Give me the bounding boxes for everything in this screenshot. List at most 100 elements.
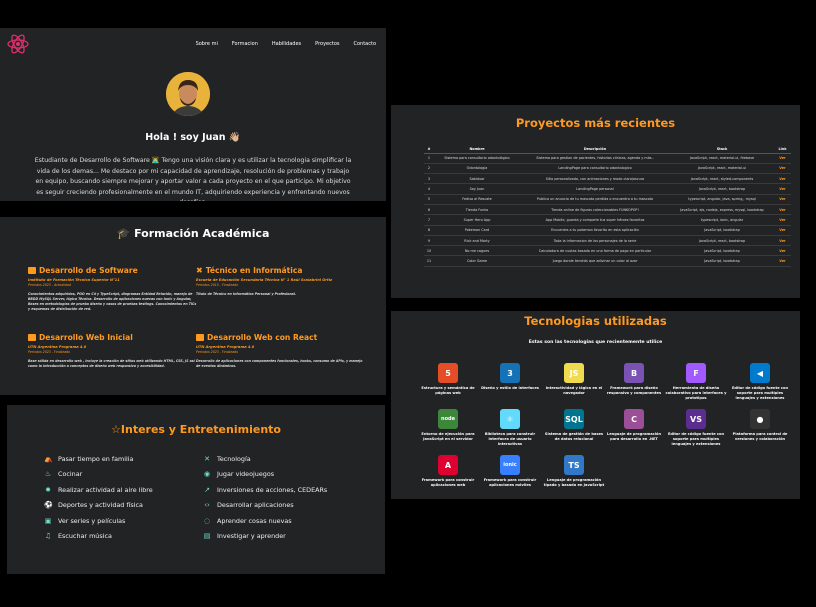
table-cell: 5 bbox=[424, 194, 434, 205]
tech-description: Plataforma para control de versiones y c… bbox=[732, 432, 788, 442]
table-header-row: # Nombre Descripción Stack Link bbox=[424, 145, 791, 154]
project-link[interactable]: Ver bbox=[774, 214, 791, 226]
interest-label: Desarrollar aplicaciones bbox=[217, 501, 294, 510]
nav-formacion[interactable]: Formacion bbox=[232, 41, 258, 47]
tech-item: B Framework para diseño responsivo y comp… bbox=[603, 363, 665, 396]
star-icon: ☆ bbox=[111, 423, 121, 436]
tech-description: Editor de código fuente con soporte para… bbox=[731, 386, 789, 401]
table-cell: Tienda online de figuras coleccionables … bbox=[520, 204, 670, 216]
tech-description: Lenguaje de programación para desarrollo… bbox=[606, 432, 662, 442]
project-link[interactable]: Ver bbox=[774, 245, 791, 257]
nav-sobre-mi[interactable]: Sobre mi bbox=[196, 41, 218, 47]
table-row: 4 Soy Juan LandingPage personal JavaScript,… bbox=[424, 183, 791, 195]
typescript-icon: TS bbox=[564, 455, 584, 475]
table-cell: Juego donde tendrás que adivinar un colo… bbox=[520, 255, 670, 267]
interest-item: ↗ Inversiones de acciones, CEDEARs bbox=[203, 482, 363, 498]
code-icon: ‹› bbox=[204, 501, 210, 510]
project-link[interactable]: Ver bbox=[774, 183, 791, 195]
edu-item: Desarrollo de Software Instituto de Form… bbox=[28, 266, 197, 311]
avatar-illustration bbox=[166, 72, 210, 116]
tech-description: Sistema de gestión de bases de datos rel… bbox=[544, 432, 604, 442]
github-icon: ● bbox=[750, 409, 770, 429]
figma-icon: F bbox=[686, 363, 706, 383]
tecnologias-section: Tecnologias utilizadas Estas son las tec… bbox=[391, 311, 800, 499]
interest-item: ◉ Jugar videojuegos bbox=[203, 467, 363, 483]
project-link[interactable]: Ver bbox=[774, 204, 791, 216]
table-cell: 3 bbox=[424, 173, 434, 185]
table-cell: typescript, angular, java, spring,, mysq… bbox=[670, 194, 774, 205]
table-cell: Soy Juan bbox=[434, 183, 520, 195]
tech-item: JS Interactividad y lógica en el navegado… bbox=[543, 363, 605, 396]
intereses-title: ☆Interes y Entretenimiento bbox=[111, 423, 281, 436]
table-cell: Sitio personalizado, con animaciones y m… bbox=[520, 173, 670, 185]
table-cell: JavaScript, react, bootstrap bbox=[670, 183, 774, 195]
nav-proyectos[interactable]: Proyectos bbox=[315, 41, 339, 47]
table-cell: Encuentra a tu pokemon favorito en esta … bbox=[520, 225, 670, 236]
table-cell: 9 bbox=[424, 235, 434, 247]
table-cell: 10 bbox=[424, 245, 434, 257]
tech-description: Framework para construir aplicaciones we… bbox=[421, 478, 475, 488]
table-row: 8 Pokemon Card Encuentra a tu pokemon favo… bbox=[424, 225, 791, 236]
nav-habilidades[interactable]: Habilidades bbox=[272, 41, 301, 47]
edu-item: ✖ Técnico en Informática Escuela de Educa… bbox=[196, 266, 333, 296]
table-cell: No me cagues bbox=[434, 245, 520, 257]
react-logo-icon[interactable] bbox=[6, 32, 30, 56]
graduation-cap-icon: 🎓 bbox=[116, 227, 131, 240]
laptop-icon bbox=[28, 267, 36, 274]
table-cell: Rick and Morty bbox=[434, 235, 520, 247]
interest-label: Deportes y actividad física bbox=[58, 501, 143, 510]
nav-contacto[interactable]: Contacto bbox=[353, 41, 376, 47]
interest-item: ⚽ Deportes y actividad física bbox=[44, 498, 204, 514]
project-link[interactable]: Ver bbox=[774, 225, 791, 236]
table-cell: Fedisa al Rescate bbox=[434, 194, 520, 205]
table-row: 2 Odontologia LandingPage para consultorio… bbox=[424, 163, 791, 175]
book-icon: ▤ bbox=[203, 532, 211, 541]
table-cell: Sistema para consultorio odontológico bbox=[434, 153, 520, 164]
project-link[interactable]: Ver bbox=[774, 153, 791, 164]
tecnologias-subtitle: Estas son las tecnologias que recienteme… bbox=[528, 340, 663, 345]
html5-icon: 5 bbox=[438, 363, 458, 383]
css3-icon: 3 bbox=[500, 363, 520, 383]
project-link[interactable]: Ver bbox=[774, 194, 791, 205]
tech-item: F Herramienta de diseño colaborativo para… bbox=[665, 363, 727, 402]
tech-item: node Entorno de ejecución para JavaScript… bbox=[417, 409, 479, 442]
music-icon: ♫ bbox=[44, 532, 52, 541]
table-cell: 11 bbox=[424, 255, 434, 267]
project-link[interactable]: Ver bbox=[774, 173, 791, 185]
tech-item: VS Editor de código fuente con soporte pa… bbox=[665, 409, 727, 448]
project-link[interactable]: Ver bbox=[774, 235, 791, 247]
angular-icon: A bbox=[438, 455, 458, 475]
sports-icon: ⚽ bbox=[44, 501, 53, 510]
tech-description: Biblioteca para construir interfaces de … bbox=[484, 432, 536, 447]
tools-icon: ✖ bbox=[196, 266, 203, 275]
table-cell: 6 bbox=[424, 204, 434, 216]
table-cell: 8 bbox=[424, 225, 434, 236]
interest-label: Investigar y aprender bbox=[217, 532, 286, 541]
interest-label: Ver series y películas bbox=[58, 516, 126, 525]
table-row: 5 Fedisa al Rescate Publica un anuncio de … bbox=[424, 194, 791, 205]
interest-item: ✕ Tecnología bbox=[203, 451, 363, 467]
project-link[interactable]: Ver bbox=[774, 255, 791, 267]
interest-label: Pasar tiempo en familia bbox=[58, 454, 134, 463]
interest-label: Escuchar música bbox=[58, 532, 112, 541]
table-cell: Toda la informacion de los personajes de… bbox=[520, 235, 670, 247]
interest-item: ▤ Investigar y aprender bbox=[203, 529, 363, 545]
javascript-icon: JS bbox=[564, 363, 584, 383]
project-link[interactable]: Ver bbox=[774, 163, 791, 175]
table-cell: JavaScript, bootstrap bbox=[670, 255, 774, 267]
tv-icon: ▣ bbox=[44, 516, 52, 525]
visualstudio-icon: VS bbox=[686, 409, 706, 429]
edu-item: Desarrollo Web Inicial UTN Argentina Pro… bbox=[28, 333, 195, 368]
interest-list-right: ✕ Tecnología ◉ Jugar videojuegos ↗ Inversione… bbox=[203, 451, 363, 544]
tecnologias-title: Tecnologias utilizadas bbox=[524, 314, 667, 328]
interest-item: ◌ Aprender cosas nuevas bbox=[203, 513, 363, 529]
tech-description: Entorno de ejecución para JavaScript en … bbox=[421, 432, 475, 442]
csharp-icon: C bbox=[624, 409, 644, 429]
interest-item: ⛺ Pasar tiempo en familia bbox=[44, 451, 204, 467]
formacion-title: 🎓 Formación Académica bbox=[116, 227, 270, 240]
avatar bbox=[166, 72, 210, 116]
ionic-icon: ionic bbox=[500, 455, 520, 475]
interest-item: ♨ Cocinar bbox=[44, 467, 204, 483]
interest-item: ♫ Escuchar música bbox=[44, 529, 204, 545]
interest-label: Aprender cosas nuevas bbox=[217, 516, 292, 525]
